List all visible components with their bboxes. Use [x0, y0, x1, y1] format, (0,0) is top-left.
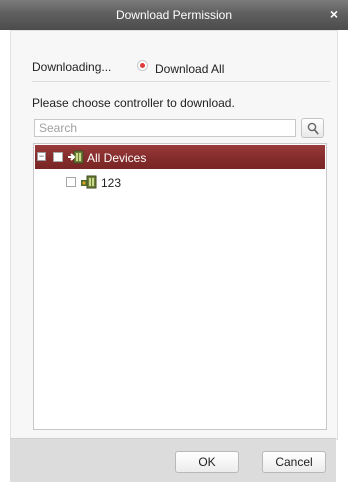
ok-button[interactable]: OK	[175, 451, 239, 473]
search-input[interactable]	[34, 119, 296, 137]
tree-node-123[interactable]: 123	[35, 171, 325, 193]
dialog-title: Download Permission	[115, 8, 233, 22]
device-123-checkbox[interactable]	[66, 177, 76, 187]
title-bar[interactable]: Download Permission ×	[0, 0, 348, 30]
access-controller-icon	[81, 175, 97, 189]
choose-controller-prompt: Please choose controller to download.	[32, 96, 235, 110]
collapse-toggle-icon[interactable]: −	[37, 152, 46, 161]
search-icon	[307, 122, 319, 135]
controller-tree[interactable]: − All Devices 123	[33, 143, 327, 430]
downloading-label: Downloading...	[32, 60, 112, 74]
download-all-radio[interactable]	[137, 60, 148, 71]
search-button[interactable]	[301, 118, 324, 138]
tree-node-label: 123	[101, 176, 122, 190]
all-devices-checkbox[interactable]	[53, 152, 63, 162]
tree-node-label: All Devices	[87, 151, 147, 165]
cancel-button[interactable]: Cancel	[262, 451, 326, 473]
radio-selected-dot	[140, 63, 145, 68]
tree-node-all-devices[interactable]: − All Devices	[35, 145, 325, 169]
dialog-footer: OK Cancel	[10, 438, 336, 482]
download-permission-dialog: Download Permission × Downloading... Dow…	[0, 0, 348, 482]
separator-line	[32, 81, 330, 82]
close-button[interactable]: ×	[325, 5, 343, 23]
device-group-icon	[68, 150, 84, 164]
download-all-label[interactable]: Download All	[155, 62, 224, 76]
